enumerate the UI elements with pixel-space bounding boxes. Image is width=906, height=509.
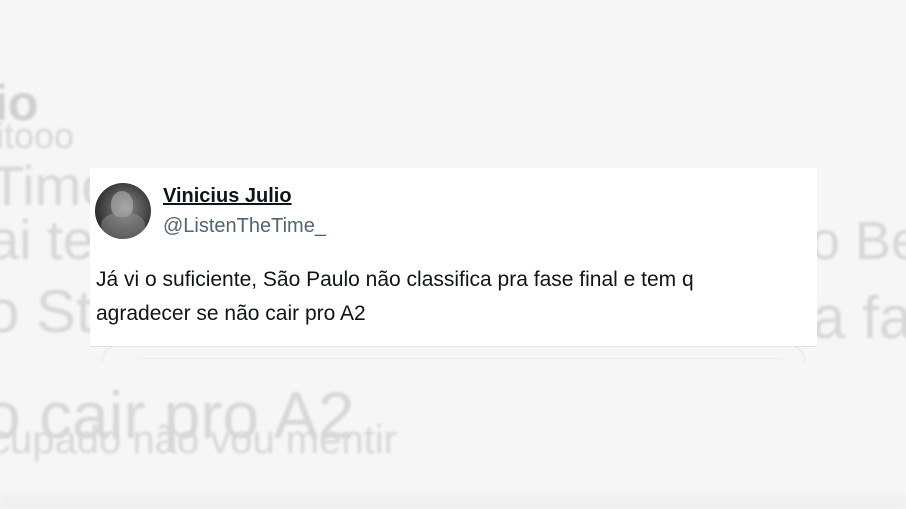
quoted-media-inner-border [130,358,793,362]
tweet-text: Já vi o suficiente, São Paulo não classi… [96,263,806,331]
background-line1-right: o Ber [810,211,906,271]
background-handle-fragment: itooo [0,115,75,156]
tweet-text-line2: agradecer se não cair pro A2 [96,302,366,325]
author-name[interactable]: Vinicius Julio [163,185,292,208]
screenshot-stage: io itooo Time ai te o Ber o St S a fa o … [0,0,906,509]
author-handle[interactable]: @ListenTheTime_ [163,215,326,238]
background-line1-left: ai te [0,208,94,271]
avatar-body-shape [101,213,145,239]
background-line2-right: a fa [812,284,906,351]
tweet-text-line1: Já vi o suficiente, São Paulo não classi… [96,268,694,291]
background-bottom-band [0,495,906,509]
quoted-media-edge [90,346,817,362]
tweet-card[interactable]: Vinicius Julio @ListenTheTime_ Já vi o s… [90,168,817,347]
background-line4: cupado não vou mentir [0,418,397,462]
profile-avatar[interactable] [95,183,151,239]
